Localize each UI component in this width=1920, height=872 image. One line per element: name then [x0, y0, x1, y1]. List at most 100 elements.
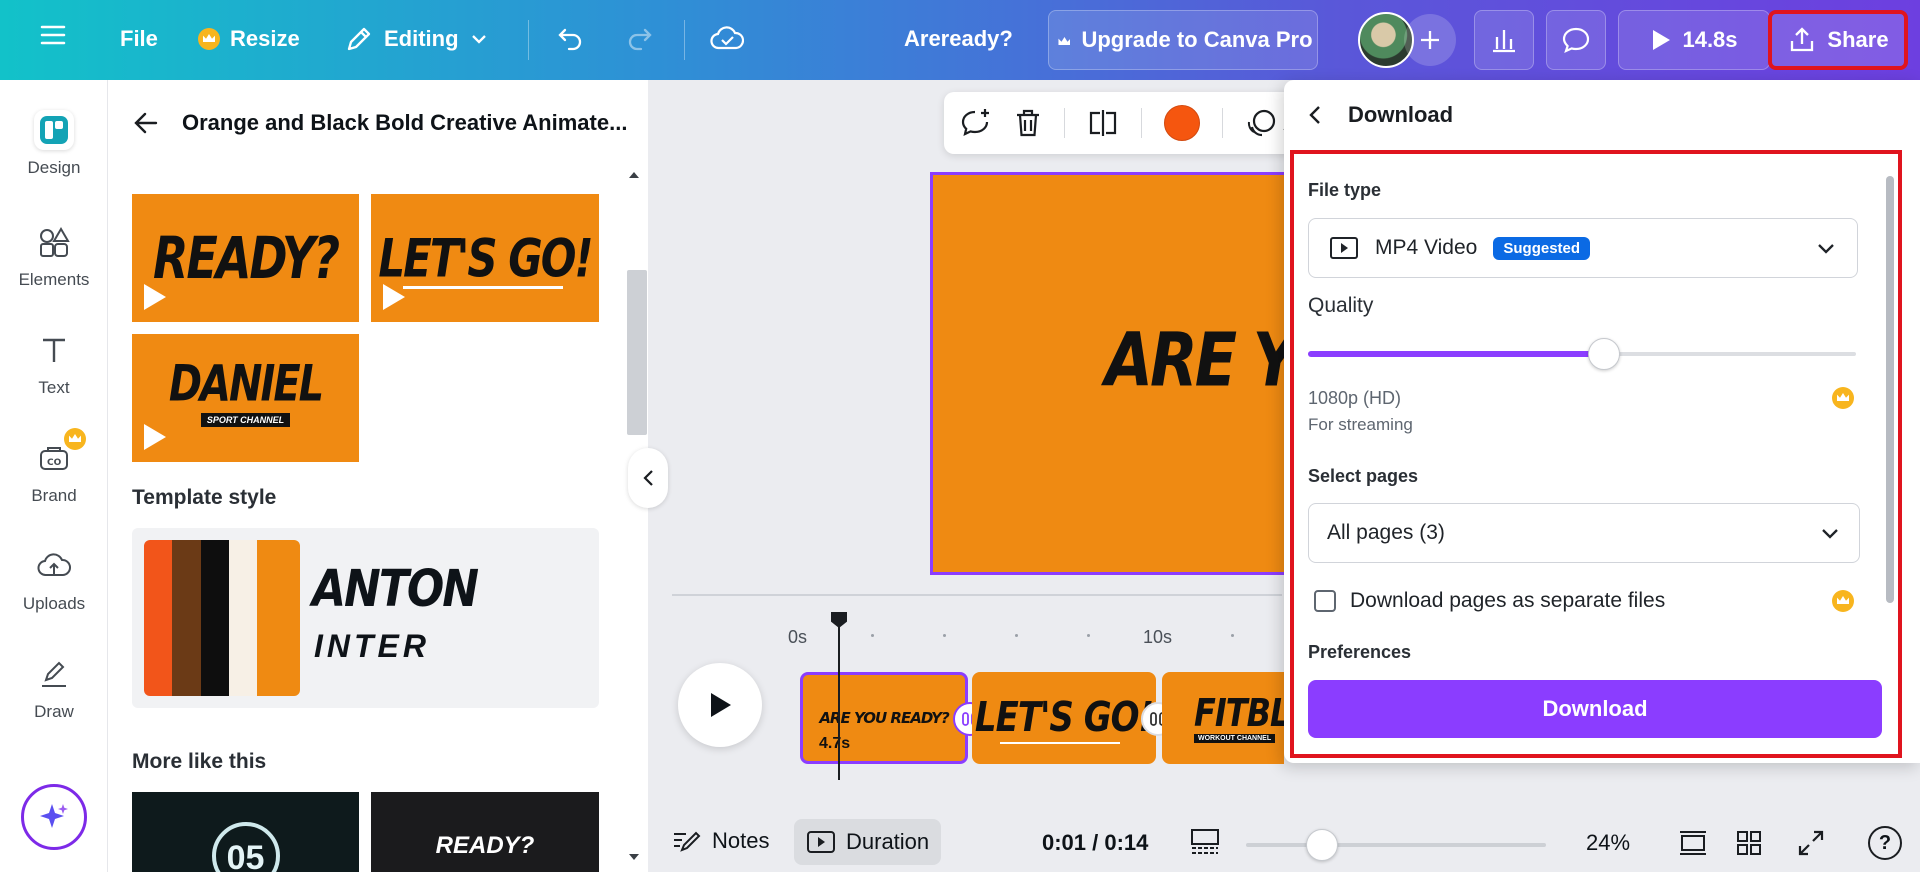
panel-scroll-thumb[interactable] — [627, 270, 647, 435]
add-collaborator-button[interactable] — [1404, 14, 1456, 66]
menu-button[interactable] — [40, 22, 66, 48]
trash-icon[interactable] — [1014, 108, 1042, 138]
comment-icon — [1562, 27, 1590, 54]
template-thumbnail[interactable]: READY? — [371, 792, 599, 872]
editing-label: Editing — [384, 26, 459, 51]
collapse-panel-button[interactable] — [628, 448, 668, 508]
template-thumbnail[interactable]: DANIEL SPORT CHANNEL — [132, 334, 359, 462]
rail-item-label: Uploads — [22, 594, 86, 613]
file-type-value: MP4 Video — [1375, 236, 1478, 259]
resize-button[interactable]: Resize — [198, 26, 300, 52]
slide-heading[interactable]: ARE YOU — [1105, 316, 1287, 404]
timeline-clip[interactable]: FITBLO WORKOUT CHANNEL — [1162, 672, 1284, 764]
timeline-tick — [871, 634, 874, 637]
template-style-title: Template style — [132, 486, 277, 509]
preferences-label: Preferences — [1308, 642, 1412, 662]
rail-item-label: Text — [38, 378, 70, 397]
color-palette — [144, 540, 300, 696]
underline-decoration — [403, 286, 563, 289]
zoom-slider-handle[interactable] — [1306, 829, 1338, 861]
divider — [1064, 108, 1065, 138]
rail-item-design[interactable]: Design — [0, 110, 108, 178]
timeline-clip[interactable]: LET'S GO! — [972, 672, 1156, 764]
playhead[interactable] — [838, 620, 840, 780]
rail-item-brand[interactable]: CO Brand — [0, 428, 108, 506]
rail-item-label: Elements — [18, 270, 90, 289]
file-type-select[interactable]: MP4 Video Suggested — [1308, 218, 1858, 278]
resolution-label: 1080p (HD) — [1308, 388, 1402, 408]
separate-files-checkbox[interactable] — [1314, 590, 1336, 612]
cloud-save-status[interactable] — [710, 24, 744, 54]
resolution-sublabel: For streaming — [1308, 415, 1413, 434]
layout-icon — [1191, 829, 1219, 854]
template-style-card[interactable]: ANTON INTER — [132, 528, 599, 708]
elements-icon — [34, 222, 74, 262]
timeline-divider — [672, 594, 1282, 596]
magic-assistant-button[interactable] — [21, 784, 87, 850]
page-layout-toggle[interactable] — [1190, 828, 1220, 856]
fullscreen-button[interactable] — [1798, 830, 1824, 856]
top-bar: File Resize Editing Areready? Upgrade to… — [0, 0, 1920, 80]
play-icon — [1653, 30, 1671, 50]
canvas-page[interactable]: ARE YOU — [930, 172, 1290, 575]
timeline-clip[interactable]: ARE YOU READY? 4.7s — [800, 672, 968, 764]
design-title[interactable]: Areready? — [904, 26, 1013, 52]
timeline-tick — [1015, 634, 1018, 637]
comments-button[interactable] — [1546, 10, 1606, 70]
duration-label: Duration — [846, 829, 930, 854]
upgrade-label: Upgrade to Canva Pro — [1081, 27, 1313, 52]
play-icon — [383, 284, 405, 310]
background-color-swatch[interactable] — [1164, 105, 1200, 141]
crown-icon — [1832, 590, 1854, 612]
timeline-tick — [1087, 634, 1090, 637]
rail-item-draw[interactable]: Draw — [0, 654, 108, 722]
suggested-badge: Suggested — [1493, 236, 1591, 260]
share-button[interactable]: Share — [1768, 10, 1908, 70]
select-pages-label: Select pages — [1308, 466, 1419, 486]
file-menu[interactable]: File — [120, 26, 158, 52]
template-thumbnail[interactable]: 05 — [132, 792, 359, 872]
back-arrow-icon[interactable] — [132, 110, 158, 136]
upload-share-icon — [1791, 27, 1814, 52]
pages-view-button[interactable] — [1678, 830, 1708, 856]
download-button[interactable]: Download — [1308, 680, 1882, 738]
rail-item-elements[interactable]: Elements — [0, 222, 108, 290]
rail-item-text[interactable]: Text — [0, 330, 108, 398]
crown-icon — [64, 428, 86, 450]
timeline-play-button[interactable] — [678, 663, 762, 747]
redo-icon — [628, 28, 652, 51]
draw-icon — [34, 654, 74, 694]
redo-button[interactable] — [624, 24, 654, 54]
template-thumbnail[interactable]: LET'S GO! — [371, 194, 599, 322]
duration-button[interactable]: Duration — [794, 819, 942, 865]
download-panel-scrollbar[interactable] — [1886, 176, 1894, 603]
timeline-tick — [943, 634, 946, 637]
pages-value: All pages (3) — [1327, 521, 1445, 544]
insights-button[interactable] — [1474, 10, 1534, 70]
resize-label: Resize — [230, 26, 300, 51]
panel-header: Orange and Black Bold Creative Animate..… — [132, 110, 627, 136]
chevron-left-icon[interactable] — [1308, 104, 1322, 126]
grid-view-button[interactable] — [1736, 830, 1762, 856]
present-button[interactable]: 14.8s — [1618, 10, 1770, 70]
split-page-icon[interactable] — [1087, 108, 1119, 138]
rail-item-label: Draw — [34, 702, 74, 721]
upgrade-pro-button[interactable]: Upgrade to Canva Pro — [1048, 10, 1318, 70]
zoom-level[interactable]: 24% — [1586, 830, 1630, 856]
notes-button[interactable]: Notes — [672, 828, 769, 854]
undo-button[interactable] — [556, 24, 586, 54]
play-icon — [144, 284, 166, 310]
left-rail: Design Elements Text CO Brand Uploads Dr… — [0, 80, 108, 872]
palette-swatch — [229, 540, 258, 696]
help-button[interactable]: ? — [1868, 826, 1902, 860]
template-thumbnail[interactable]: READY? — [132, 194, 359, 322]
editing-mode-button[interactable]: Editing — [344, 24, 489, 54]
brand-icon: CO — [34, 428, 86, 478]
add-comment-icon[interactable] — [958, 107, 992, 139]
rail-item-uploads[interactable]: Uploads — [0, 546, 108, 614]
quality-slider-handle[interactable] — [1588, 338, 1620, 370]
zoom-slider[interactable] — [1246, 843, 1546, 847]
separate-files-label: Download pages as separate files — [1350, 589, 1666, 612]
quality-label: Quality — [1308, 294, 1374, 317]
pages-select[interactable]: All pages (3) — [1308, 503, 1860, 563]
